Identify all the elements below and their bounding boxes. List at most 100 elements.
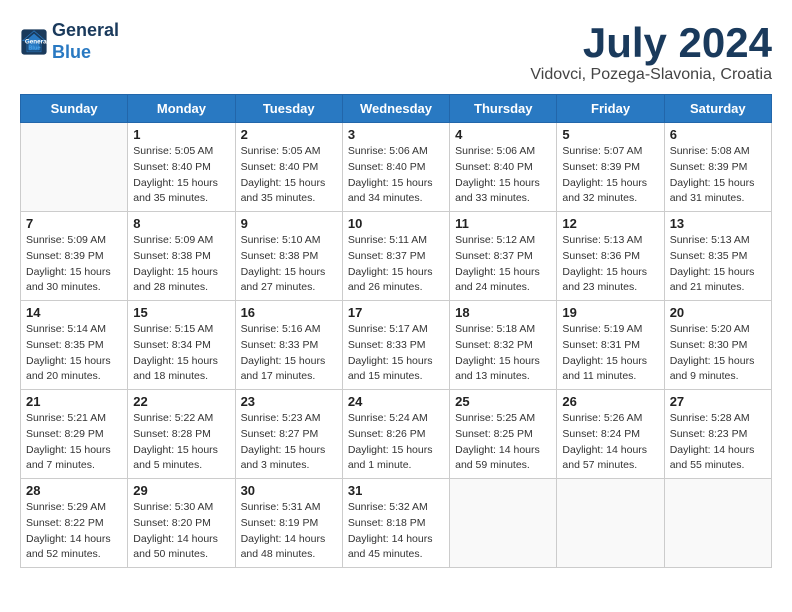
- weekday-header-wednesday: Wednesday: [342, 95, 449, 123]
- day-cell-16: 16 Sunrise: 5:16 AM Sunset: 8:33 PM Dayli…: [235, 301, 342, 390]
- weekday-header-thursday: Thursday: [450, 95, 557, 123]
- day-cell-21: 21 Sunrise: 5:21 AM Sunset: 8:29 PM Dayli…: [21, 390, 128, 479]
- day-cell-26: 26 Sunrise: 5:26 AM Sunset: 8:24 PM Dayli…: [557, 390, 664, 479]
- calendar-header: SundayMondayTuesdayWednesdayThursdayFrid…: [21, 95, 772, 123]
- day-info: Sunrise: 5:15 AM Sunset: 8:34 PM Dayligh…: [133, 322, 229, 385]
- title-area: July 2024 Vidovci, Pozega-Slavonia, Croa…: [530, 20, 772, 84]
- day-info: Sunrise: 5:22 AM Sunset: 8:28 PM Dayligh…: [133, 411, 229, 474]
- day-info: Sunrise: 5:13 AM Sunset: 8:36 PM Dayligh…: [562, 233, 658, 296]
- day-number: 6: [670, 127, 766, 142]
- day-number: 21: [26, 394, 122, 409]
- day-info: Sunrise: 5:05 AM Sunset: 8:40 PM Dayligh…: [133, 144, 229, 207]
- day-cell-20: 20Sunrise: 5:20 AM Sunset: 8:30 PM Dayli…: [664, 301, 771, 390]
- day-info: Sunrise: 5:32 AM Sunset: 8:18 PM Dayligh…: [348, 500, 444, 563]
- day-number: 16: [241, 305, 337, 320]
- calendar-body: 1 Sunrise: 5:05 AM Sunset: 8:40 PM Daylig…: [21, 123, 772, 568]
- day-cell-19: 19 Sunrise: 5:19 AM Sunset: 8:31 PM Dayli…: [557, 301, 664, 390]
- day-cell-10: 10 Sunrise: 5:11 AM Sunset: 8:37 PM Dayli…: [342, 212, 449, 301]
- day-cell-27: 27 Sunrise: 5:28 AM Sunset: 8:23 PM Dayli…: [664, 390, 771, 479]
- day-cell-18: 18Sunrise: 5:18 AM Sunset: 8:32 PM Dayli…: [450, 301, 557, 390]
- day-number: 5: [562, 127, 658, 142]
- day-cell-1: 1 Sunrise: 5:05 AM Sunset: 8:40 PM Daylig…: [128, 123, 235, 212]
- day-info: Sunrise: 5:16 AM Sunset: 8:33 PM Dayligh…: [241, 322, 337, 385]
- day-info: Sunrise: 5:20 AM Sunset: 8:30 PM Dayligh…: [670, 322, 766, 385]
- day-cell-31: 31 Sunrise: 5:32 AM Sunset: 8:18 PM Dayli…: [342, 479, 449, 568]
- day-info: Sunrise: 5:11 AM Sunset: 8:37 PM Dayligh…: [348, 233, 444, 296]
- day-number: 19: [562, 305, 658, 320]
- week-row-5: 28Sunrise: 5:29 AM Sunset: 8:22 PM Dayli…: [21, 479, 772, 568]
- day-number: 4: [455, 127, 551, 142]
- empty-cell: [21, 123, 128, 212]
- logo: General Blue General Blue: [20, 20, 119, 63]
- day-cell-3: 3 Sunrise: 5:06 AM Sunset: 8:40 PM Daylig…: [342, 123, 449, 212]
- day-info: Sunrise: 5:14 AM Sunset: 8:35 PM Dayligh…: [26, 322, 122, 385]
- weekday-header-friday: Friday: [557, 95, 664, 123]
- day-info: Sunrise: 5:06 AM Sunset: 8:40 PM Dayligh…: [348, 144, 444, 207]
- day-cell-30: 30 Sunrise: 5:31 AM Sunset: 8:19 PM Dayli…: [235, 479, 342, 568]
- logo-text: General Blue: [52, 20, 119, 63]
- day-number: 12: [562, 216, 658, 231]
- logo-icon: General Blue: [20, 28, 48, 56]
- logo-line2: Blue: [52, 42, 91, 62]
- day-cell-4: 4Sunrise: 5:06 AM Sunset: 8:40 PM Daylig…: [450, 123, 557, 212]
- day-number: 3: [348, 127, 444, 142]
- day-number: 13: [670, 216, 766, 231]
- day-cell-14: 14 Sunrise: 5:14 AM Sunset: 8:35 PM Dayli…: [21, 301, 128, 390]
- day-info: Sunrise: 5:24 AM Sunset: 8:26 PM Dayligh…: [348, 411, 444, 474]
- day-number: 9: [241, 216, 337, 231]
- week-row-2: 7 Sunrise: 5:09 AM Sunset: 8:39 PM Daylig…: [21, 212, 772, 301]
- empty-cell: [557, 479, 664, 568]
- day-cell-2: 2Sunrise: 5:05 AM Sunset: 8:40 PM Daylig…: [235, 123, 342, 212]
- day-info: Sunrise: 5:12 AM Sunset: 8:37 PM Dayligh…: [455, 233, 551, 296]
- day-number: 8: [133, 216, 229, 231]
- day-info: Sunrise: 5:09 AM Sunset: 8:39 PM Dayligh…: [26, 233, 122, 296]
- day-cell-9: 9 Sunrise: 5:10 AM Sunset: 8:38 PM Daylig…: [235, 212, 342, 301]
- day-info: Sunrise: 5:10 AM Sunset: 8:38 PM Dayligh…: [241, 233, 337, 296]
- day-cell-15: 15 Sunrise: 5:15 AM Sunset: 8:34 PM Dayli…: [128, 301, 235, 390]
- day-info: Sunrise: 5:23 AM Sunset: 8:27 PM Dayligh…: [241, 411, 337, 474]
- day-info: Sunrise: 5:26 AM Sunset: 8:24 PM Dayligh…: [562, 411, 658, 474]
- day-info: Sunrise: 5:19 AM Sunset: 8:31 PM Dayligh…: [562, 322, 658, 385]
- header: General Blue General Blue July 2024 Vido…: [20, 20, 772, 84]
- weekday-header-monday: Monday: [128, 95, 235, 123]
- logo-line1: General: [52, 20, 119, 40]
- day-number: 1: [133, 127, 229, 142]
- week-row-1: 1 Sunrise: 5:05 AM Sunset: 8:40 PM Daylig…: [21, 123, 772, 212]
- day-cell-5: 5 Sunrise: 5:07 AM Sunset: 8:39 PM Daylig…: [557, 123, 664, 212]
- day-number: 27: [670, 394, 766, 409]
- day-cell-7: 7 Sunrise: 5:09 AM Sunset: 8:39 PM Daylig…: [21, 212, 128, 301]
- day-number: 11: [455, 216, 551, 231]
- week-row-3: 14 Sunrise: 5:14 AM Sunset: 8:35 PM Dayli…: [21, 301, 772, 390]
- day-cell-11: 11 Sunrise: 5:12 AM Sunset: 8:37 PM Dayli…: [450, 212, 557, 301]
- day-number: 26: [562, 394, 658, 409]
- day-cell-24: 24Sunrise: 5:24 AM Sunset: 8:26 PM Dayli…: [342, 390, 449, 479]
- day-cell-17: 17Sunrise: 5:17 AM Sunset: 8:33 PM Dayli…: [342, 301, 449, 390]
- day-info: Sunrise: 5:25 AM Sunset: 8:25 PM Dayligh…: [455, 411, 551, 474]
- day-info: Sunrise: 5:31 AM Sunset: 8:19 PM Dayligh…: [241, 500, 337, 563]
- day-info: Sunrise: 5:30 AM Sunset: 8:20 PM Dayligh…: [133, 500, 229, 563]
- day-cell-23: 23Sunrise: 5:23 AM Sunset: 8:27 PM Dayli…: [235, 390, 342, 479]
- month-title: July 2024: [530, 20, 772, 66]
- day-number: 2: [241, 127, 337, 142]
- day-number: 10: [348, 216, 444, 231]
- empty-cell: [450, 479, 557, 568]
- day-cell-13: 13Sunrise: 5:13 AM Sunset: 8:35 PM Dayli…: [664, 212, 771, 301]
- day-cell-8: 8Sunrise: 5:09 AM Sunset: 8:38 PM Daylig…: [128, 212, 235, 301]
- day-info: Sunrise: 5:18 AM Sunset: 8:32 PM Dayligh…: [455, 322, 551, 385]
- day-info: Sunrise: 5:07 AM Sunset: 8:39 PM Dayligh…: [562, 144, 658, 207]
- day-number: 15: [133, 305, 229, 320]
- day-info: Sunrise: 5:21 AM Sunset: 8:29 PM Dayligh…: [26, 411, 122, 474]
- weekday-header-tuesday: Tuesday: [235, 95, 342, 123]
- day-cell-29: 29 Sunrise: 5:30 AM Sunset: 8:20 PM Dayli…: [128, 479, 235, 568]
- day-number: 22: [133, 394, 229, 409]
- day-number: 30: [241, 483, 337, 498]
- empty-cell: [664, 479, 771, 568]
- day-cell-12: 12 Sunrise: 5:13 AM Sunset: 8:36 PM Dayli…: [557, 212, 664, 301]
- day-number: 29: [133, 483, 229, 498]
- day-number: 31: [348, 483, 444, 498]
- day-number: 7: [26, 216, 122, 231]
- day-info: Sunrise: 5:28 AM Sunset: 8:23 PM Dayligh…: [670, 411, 766, 474]
- day-number: 14: [26, 305, 122, 320]
- day-cell-6: 6Sunrise: 5:08 AM Sunset: 8:39 PM Daylig…: [664, 123, 771, 212]
- day-number: 28: [26, 483, 122, 498]
